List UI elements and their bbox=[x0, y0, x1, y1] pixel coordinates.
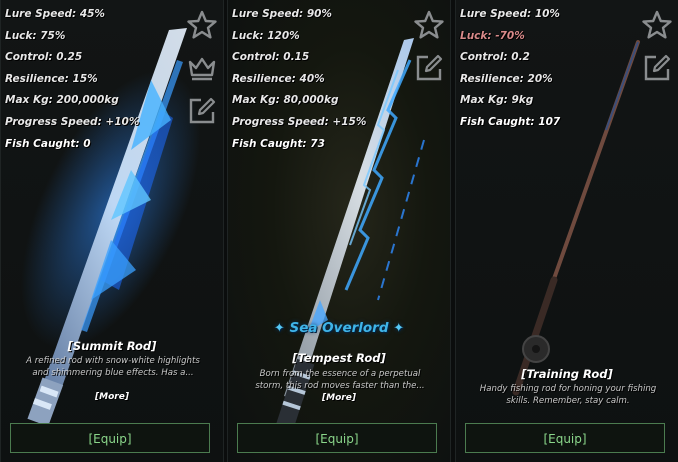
equip-button[interactable]: [Equip] bbox=[465, 423, 665, 453]
rod-stats: Lure Speed: 10% Luck: -70% Control: 0.2 … bbox=[460, 4, 560, 134]
star-icon[interactable] bbox=[187, 10, 217, 40]
stat-control: Control: 0.15 bbox=[232, 51, 310, 64]
stat-progress-speed: Progress Speed: +10% bbox=[5, 115, 140, 128]
rod-description: Born from the essence of a perpetual sto… bbox=[255, 369, 425, 391]
crown-icon[interactable] bbox=[187, 53, 217, 83]
title-badge: ✦ Sea Overlord ✦ bbox=[228, 320, 450, 336]
stat-luck: Luck: 75% bbox=[5, 29, 66, 42]
rod-name: [Summit Rod] bbox=[67, 339, 157, 353]
sparkle-icon: ✦ bbox=[273, 321, 285, 336]
stat-max-kg: Max Kg: 9kg bbox=[460, 94, 534, 107]
stat-fish-caught: Fish Caught: 73 bbox=[232, 137, 325, 150]
stat-luck: Luck: 120% bbox=[232, 29, 300, 42]
rod-description: A refined rod with snow-white highlights… bbox=[26, 356, 200, 378]
stat-max-kg: Max Kg: 80,000kg bbox=[232, 94, 339, 107]
stat-max-kg: Max Kg: 200,000kg bbox=[5, 94, 119, 107]
stat-lure-speed: Lure Speed: 45% bbox=[5, 8, 105, 20]
rod-card-summit[interactable]: Lure Speed: 45% Luck: 75% Control: 0.25 … bbox=[0, 0, 224, 462]
stat-fish-caught: Fish Caught: 107 bbox=[460, 115, 561, 128]
rod-stats: Lure Speed: 90% Luck: 120% Control: 0.15… bbox=[232, 4, 366, 155]
stat-fish-caught: Fish Caught: 0 bbox=[5, 137, 91, 150]
rod-stats: Lure Speed: 45% Luck: 75% Control: 0.25 … bbox=[5, 4, 139, 155]
rod-name: [Training Rod] bbox=[521, 367, 613, 381]
stat-resilience: Resilience: 15% bbox=[5, 72, 98, 85]
edit-icon[interactable] bbox=[187, 96, 217, 126]
edit-icon[interactable] bbox=[414, 53, 444, 83]
equip-button[interactable]: [Equip] bbox=[237, 423, 437, 453]
rod-card-training[interactable]: Lure Speed: 10% Luck: -70% Control: 0.2 … bbox=[455, 0, 678, 462]
sparkle-icon: ✦ bbox=[393, 321, 405, 336]
rod-inventory: Lure Speed: 45% Luck: 75% Control: 0.25 … bbox=[0, 0, 678, 462]
stat-lure-speed: Lure Speed: 10% bbox=[460, 8, 560, 20]
stat-resilience: Resilience: 20% bbox=[460, 72, 553, 85]
card-actions bbox=[642, 10, 672, 96]
more-link[interactable]: [More] bbox=[228, 393, 450, 403]
stat-control: Control: 0.2 bbox=[460, 51, 530, 64]
stat-resilience: Resilience: 40% bbox=[232, 72, 325, 85]
stat-luck: Luck: -70% bbox=[460, 29, 525, 42]
badge-text: Sea Overlord bbox=[289, 320, 389, 336]
rod-description: Handy fishing rod for honing your fishin… bbox=[479, 384, 657, 406]
rod-card-tempest[interactable]: Lure Speed: 90% Luck: 120% Control: 0.15… bbox=[227, 0, 451, 462]
card-actions bbox=[187, 10, 217, 139]
equip-button[interactable]: [Equip] bbox=[10, 423, 210, 453]
more-link[interactable]: [More] bbox=[1, 392, 223, 402]
star-icon[interactable] bbox=[414, 10, 444, 40]
stat-progress-speed: Progress Speed: +15% bbox=[232, 115, 367, 128]
star-icon[interactable] bbox=[642, 10, 672, 40]
edit-icon[interactable] bbox=[642, 53, 672, 83]
stat-lure-speed: Lure Speed: 90% bbox=[232, 8, 332, 20]
card-actions bbox=[414, 10, 444, 96]
stat-control: Control: 0.25 bbox=[5, 51, 83, 64]
rod-name: [Tempest Rod] bbox=[292, 351, 386, 365]
